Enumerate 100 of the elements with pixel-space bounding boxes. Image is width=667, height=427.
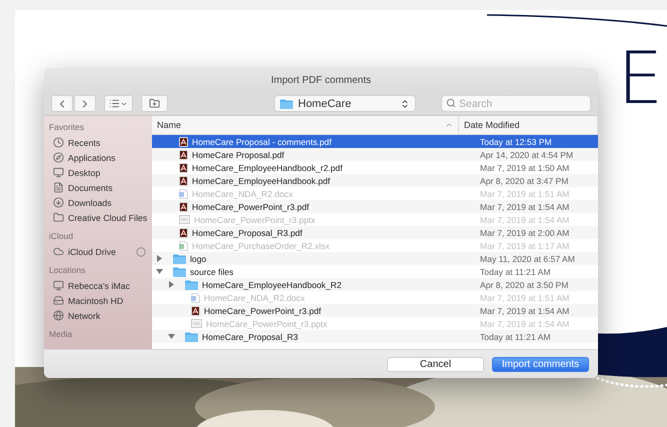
compass-icon <box>53 152 64 163</box>
collapsed-triangle-icon[interactable] <box>168 281 175 288</box>
file-name: HomeCare_EmployeeHandbook_R2 <box>202 280 342 290</box>
hard-drive-icon <box>53 295 64 306</box>
date-modified: Mar 7, 2019 at 1:51 AM <box>479 188 570 198</box>
date-modified: Mar 7, 2019 at 1:54 AM <box>479 202 570 212</box>
pdf-file-icon <box>179 150 188 160</box>
file-row[interactable]: HomeCare_EmployeeHandbook_R2 Apr 8, 2020 at 3:50 PM <box>152 278 598 291</box>
new-folder-button[interactable] <box>141 95 168 112</box>
sidebar-heading: Locations <box>49 265 86 277</box>
new-folder-icon <box>149 98 160 109</box>
file-name: HomeCare_PowerPoint_r3.pptx <box>206 318 328 328</box>
search-icon <box>446 98 456 108</box>
sidebar-item[interactable]: Applications <box>49 150 152 165</box>
date-modified: Mar 7, 2019 at 2:00 AM <box>479 228 570 238</box>
file-name: HomeCare_PurchaseOrder_R2.xlsx <box>192 240 330 250</box>
file-name: source files <box>190 266 234 276</box>
file-name: logo <box>190 254 206 264</box>
sidebar-item[interactable]: Documents <box>49 180 152 195</box>
folder-icon <box>185 280 198 290</box>
sidebar-item[interactable]: iCloud Drive <box>49 244 152 259</box>
pdf-file-icon <box>179 202 188 212</box>
date-modified: Mar 7, 2019 at 1:51 AM <box>479 292 570 302</box>
collapsed-triangle-icon[interactable] <box>156 255 163 262</box>
search-field[interactable]: Search <box>441 95 591 112</box>
globe-icon <box>53 310 64 321</box>
expanded-triangle-icon[interactable] <box>168 333 175 340</box>
sidebar-heading: Favorites <box>49 122 85 134</box>
column-header[interactable]: Date Modified <box>459 116 598 134</box>
pdf-file-icon <box>191 306 200 316</box>
sidebar-item[interactable]: Network <box>49 308 152 323</box>
download-icon <box>53 197 64 208</box>
pdf-file-icon <box>179 228 188 238</box>
file-name: HomeCare_EmployeeHandbook.pdf <box>192 176 330 186</box>
file-name: HomeCare_PowerPoint_r3.pdf <box>204 306 322 316</box>
file-row[interactable]: HomeCare_PowerPoint_r3.pdf Mar 7, 2019 at 1:54 AM <box>152 304 598 317</box>
monitor-icon <box>53 167 64 178</box>
date-modified: Today at 12:53 PM <box>479 136 553 146</box>
file-name: HomeCare_NDA_R2.docx <box>204 292 305 302</box>
sidebar-item[interactable]: Downloads <box>49 195 152 210</box>
forward-button[interactable] <box>74 95 96 112</box>
date-modified: May 11, 2020 at 6:57 AM <box>479 254 576 264</box>
sort-icon <box>445 121 453 129</box>
date-modified: Today at 11:21 AM <box>479 266 552 276</box>
file-row[interactable]: HomeCare_Proposal_R3 Today at 11:21 AM <box>152 330 598 343</box>
folder-icon <box>185 332 198 342</box>
cancel-button[interactable]: Cancel <box>387 356 484 372</box>
sidebar-item[interactable]: Creative Cloud Files <box>49 210 152 225</box>
document-icon <box>53 182 64 193</box>
file-row[interactable]: HomeCare Proposal - comments.pdf Today at 12:53 PM <box>152 135 598 148</box>
date-modified: Mar 7, 2019 at 1:54 AM <box>479 306 570 316</box>
file-row[interactable]: logo May 11, 2020 at 6:57 AM <box>152 252 598 265</box>
list-icon <box>109 98 120 109</box>
file-row[interactable]: HomeCare_PowerPoint_r3.pdf Mar 7, 2019 at 1:54 AM <box>152 200 598 213</box>
sidebar-item[interactable]: Rebecca’s iMac <box>49 278 152 293</box>
date-modified: Apr 14, 2020 at 4:54 PM <box>479 150 574 160</box>
file-name: HomeCare_PowerPoint_r3.pptx <box>194 214 316 224</box>
file-row[interactable]: HomeCare_EmployeeHandbook.pdf Apr 8, 2020 at 3:47 PM <box>152 174 598 187</box>
column-header[interactable]: Name <box>152 116 459 134</box>
file-name: HomeCare_NDA_R2.docx <box>192 188 293 198</box>
monitor-icon <box>53 280 64 291</box>
sidebar-heading: Media <box>49 329 74 341</box>
cloud-icon <box>53 246 64 257</box>
pdf-file-icon <box>179 176 188 186</box>
word-file-icon <box>179 188 188 198</box>
sidebar-item[interactable]: Recents <box>49 135 152 150</box>
sidebar-item[interactable]: Macintosh HD <box>49 293 152 308</box>
file-name: HomeCare_Proposal_R3 <box>202 332 298 342</box>
view-options-button[interactable] <box>104 95 133 112</box>
date-modified: Today at 11:21 AM <box>479 332 552 342</box>
file-name: HomeCare Proposal.pdf <box>192 150 284 160</box>
location-popup[interactable]: HomeCare <box>274 95 416 112</box>
date-modified: Apr 8, 2020 at 3:47 PM <box>479 176 570 186</box>
file-name: HomeCare_EmployeeHandbook_r2.pdf <box>192 162 342 172</box>
folder-icon <box>173 254 186 264</box>
up-down-caret-icon <box>400 98 410 108</box>
dialog-title: Import PDF comments <box>270 74 372 86</box>
word-file-icon <box>191 292 200 302</box>
sidebar-item[interactable]: Desktop <box>49 165 152 180</box>
file-row[interactable]: HomeCare_Proposal_R3.pdf Mar 7, 2019 at 2:00 AM <box>152 226 598 239</box>
back-button[interactable] <box>51 95 73 112</box>
file-row[interactable]: HomeCare Proposal.pdf Apr 14, 2020 at 4:54 PM <box>152 148 598 161</box>
presentation-file-icon <box>191 319 202 328</box>
file-name: HomeCare_Proposal_R3.pdf <box>192 228 302 238</box>
brand-wordmark: E <box>618 50 663 108</box>
file-name: HomeCare_PowerPoint_r3.pdf <box>192 202 310 212</box>
presentation-file-icon <box>179 215 190 224</box>
folder-icon <box>53 212 64 223</box>
expanded-triangle-icon[interactable] <box>156 268 163 275</box>
date-modified: Mar 7, 2019 at 1:17 AM <box>479 240 570 250</box>
pdf-file-icon <box>179 162 188 172</box>
folder-icon <box>280 98 293 108</box>
file-name: HomeCare Proposal - comments.pdf <box>192 136 332 146</box>
sidebar-heading: iCloud <box>49 231 74 243</box>
date-modified: Mar 7, 2019 at 1:54 AM <box>479 318 570 328</box>
clock-icon <box>53 137 64 148</box>
pdf-file-icon <box>179 136 188 146</box>
date-modified: Apr 8, 2020 at 3:50 PM <box>479 280 570 290</box>
spreadsheet-file-icon <box>179 240 188 250</box>
date-modified: Mar 7, 2019 at 1:50 AM <box>479 162 570 172</box>
